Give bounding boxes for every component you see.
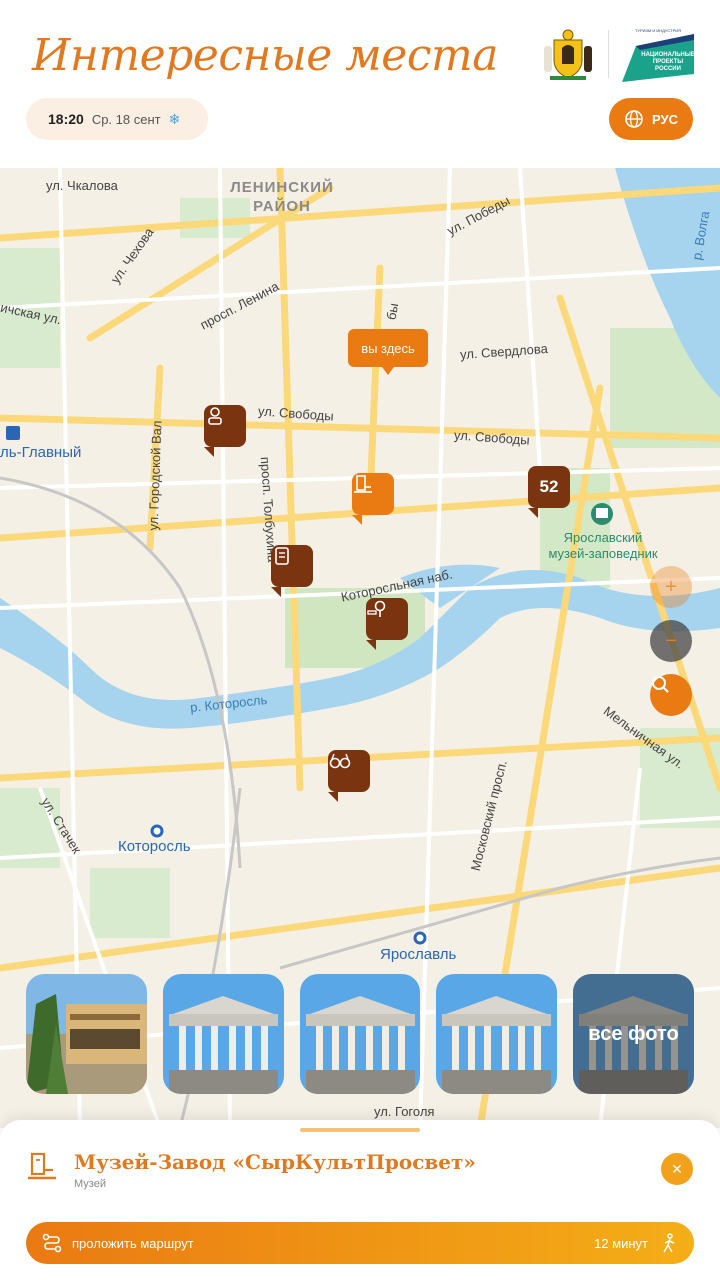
- globe-icon: [625, 110, 643, 128]
- zoom-out-button[interactable]: −: [650, 620, 692, 662]
- map-search-button[interactable]: [650, 674, 692, 716]
- cluster-count: 52: [539, 477, 559, 496]
- map-pin-monument[interactable]: [204, 405, 246, 457]
- station-label: Ярославль: [380, 946, 457, 963]
- district-label: ЛЕНИНСКИЙ РАЙОН: [230, 179, 334, 215]
- map-pin-museum-selected[interactable]: [352, 473, 394, 525]
- person-icon: [208, 407, 222, 425]
- search-icon: [652, 676, 669, 693]
- app-title: Интересные места: [32, 30, 498, 81]
- language-button[interactable]: РУС: [609, 98, 693, 140]
- route-icon: [42, 1233, 62, 1253]
- street-label: ул. Гоголя: [374, 1104, 435, 1119]
- app-screen: Интересные места ТУРИЗМ И ИНДУСТРИЯ НАЦИ…: [0, 0, 720, 1280]
- all-photos-button[interactable]: все фото: [573, 974, 694, 1094]
- header-divider: [608, 30, 609, 78]
- map-cluster-pin[interactable]: 52: [528, 466, 570, 518]
- photo-thumbnail[interactable]: [436, 974, 558, 1094]
- sheet-drag-handle[interactable]: [300, 1128, 420, 1132]
- info-board-icon: [275, 547, 289, 565]
- all-photos-label: все фото: [573, 974, 694, 1094]
- region-emblem-icon: [544, 29, 592, 80]
- building-photo-image: [26, 974, 147, 1094]
- map-pin-info[interactable]: [271, 545, 313, 597]
- place-category: Музей: [74, 1178, 106, 1190]
- station-label: ль-Главный: [0, 444, 82, 461]
- map-pin-viewpoint[interactable]: [328, 750, 370, 802]
- svg-text:НАЦИОНАЛЬНЫЕ: НАЦИОНАЛЬНЫЕ: [641, 52, 694, 58]
- museum-facade-image: [162, 974, 284, 1094]
- snowflake-icon: ❄: [168, 110, 181, 127]
- clock-time: 18:20: [48, 111, 84, 127]
- language-label: РУС: [652, 111, 678, 127]
- photo-thumbnail[interactable]: [162, 974, 284, 1094]
- museum-facade-image: [299, 974, 421, 1094]
- svg-text:ТУРИЗМ И ИНДУСТРИЯ: ТУРИЗМ И ИНДУСТРИЯ: [635, 28, 681, 33]
- photo-thumbnail[interactable]: [26, 974, 147, 1094]
- museum-icon: [28, 1152, 56, 1180]
- close-button[interactable]: ✕: [661, 1153, 693, 1185]
- close-icon: ✕: [671, 1160, 683, 1177]
- walking-person-icon: [663, 1233, 675, 1253]
- photo-strip: все фото: [26, 974, 694, 1094]
- place-card: Музей-Завод «СырКультПросвет» Музей ✕ пр…: [0, 1120, 720, 1280]
- build-route-label: проложить маршрут: [72, 1235, 194, 1251]
- walk-time: 12 минут: [594, 1235, 648, 1251]
- tree-bench-icon: [367, 600, 386, 617]
- svg-text:РОССИИ: РОССИИ: [655, 66, 681, 72]
- build-route-button[interactable]: проложить маршрут 12 минут: [26, 1222, 694, 1264]
- map-pin-park[interactable]: [366, 598, 408, 650]
- header: Интересные места ТУРИЗМ И ИНДУСТРИЯ НАЦИ…: [0, 0, 720, 168]
- datetime-widget: 18:20 Ср. 18 сент ❄: [26, 98, 208, 140]
- photo-thumbnail[interactable]: [299, 974, 421, 1094]
- street-label: ул. Чкалова: [46, 178, 118, 193]
- national-projects-logo-icon: ТУРИЗМ И ИНДУСТРИЯ НАЦИОНАЛЬНЫЕ ПРОЕКТЫ …: [622, 28, 694, 82]
- zoom-in-button[interactable]: +: [650, 566, 692, 608]
- glasses-icon: [329, 753, 351, 769]
- museum-icon: [354, 475, 372, 493]
- current-date: Ср. 18 сент: [91, 111, 161, 127]
- svg-text:ПРОЕКТЫ: ПРОЕКТЫ: [653, 59, 683, 65]
- museum-label: Ярославский музей-заповедник: [548, 530, 658, 561]
- museum-facade-image: [436, 974, 558, 1094]
- street-label: бы: [383, 301, 402, 322]
- place-title: Музей-Завод «СырКультПросвет»: [74, 1150, 476, 1174]
- station-label: Которосль: [118, 838, 191, 855]
- you-are-here-marker[interactable]: вы здесь: [348, 329, 428, 375]
